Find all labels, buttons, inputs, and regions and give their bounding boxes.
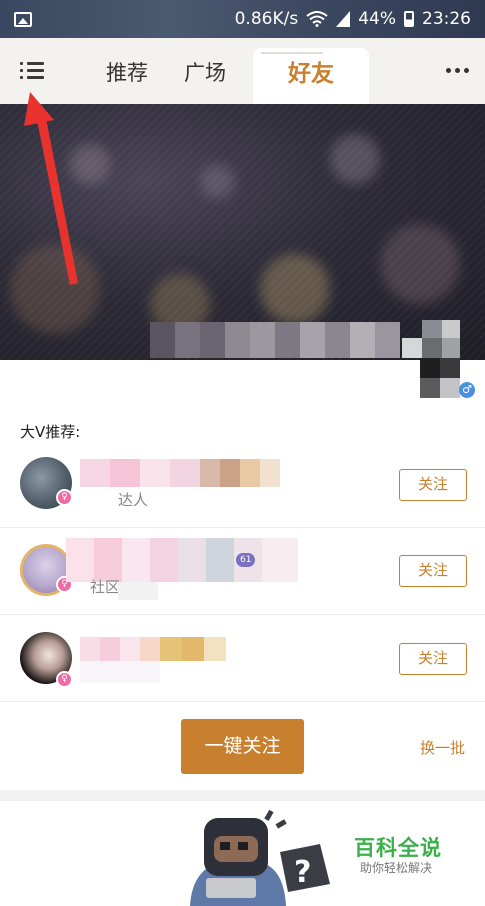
battery-percent: 44%: [358, 9, 396, 29]
female-gender-icon: ♀: [56, 671, 73, 688]
bigv-recommend-title: 大V推荐:: [20, 423, 81, 441]
recommend-desc: 达人: [118, 491, 149, 509]
tab-square[interactable]: 广场: [184, 38, 226, 104]
watermark-mascot-illustration: ?: [190, 810, 330, 906]
wifi-icon: [306, 11, 328, 27]
menu-list-icon[interactable]: [20, 60, 44, 82]
tab-friends[interactable]: 好友: [253, 48, 369, 104]
network-speed: 0.86K/s: [234, 9, 299, 29]
recommend-name-pixelated: [80, 459, 280, 487]
recommend-desc-pixelated: [80, 661, 160, 683]
battery-icon: [404, 11, 414, 27]
recommend-name-pixelated: [80, 637, 226, 661]
gallery-notification-icon: [14, 11, 32, 27]
app-screen: 0.86K/s 44% 23:26 推荐 广场 好友 ♂ 大V推荐: ♀ 达人 …: [0, 0, 485, 906]
refresh-batch-link[interactable]: 换一批: [420, 737, 465, 758]
male-gender-icon: ♂: [459, 382, 475, 398]
female-gender-icon: ♀: [56, 489, 73, 506]
recommend-row-1: ♀ 达人 关注: [0, 441, 485, 528]
recommend-row-3: ♀ 关注: [0, 615, 485, 702]
level-badge: 61: [236, 553, 256, 567]
profile-avatar-pixelated[interactable]: [402, 320, 460, 398]
svg-text:?: ?: [294, 855, 311, 890]
signal-icon: [336, 11, 351, 27]
recommend-row-2: ♀ 61 社区 关注: [0, 528, 485, 615]
section-divider: [0, 790, 485, 801]
profile-name-pixelated: [150, 322, 400, 358]
follow-all-button[interactable]: 一键关注: [181, 719, 304, 774]
watermark-title: 百科全说: [354, 836, 442, 860]
recommend-desc-pixelated: [118, 582, 158, 600]
recommend-desc: 社区: [90, 578, 121, 596]
follow-button[interactable]: 关注: [399, 469, 467, 501]
tab-recommend[interactable]: 推荐: [106, 38, 148, 104]
follow-button[interactable]: 关注: [399, 555, 467, 587]
status-bar: 0.86K/s 44% 23:26: [0, 0, 485, 38]
watermark-subtitle: 助你轻松解决: [360, 861, 433, 875]
clock: 23:26: [422, 9, 471, 29]
top-nav: 推荐 广场 好友: [0, 38, 485, 104]
follow-button[interactable]: 关注: [399, 643, 467, 675]
more-options-icon[interactable]: [446, 68, 469, 73]
